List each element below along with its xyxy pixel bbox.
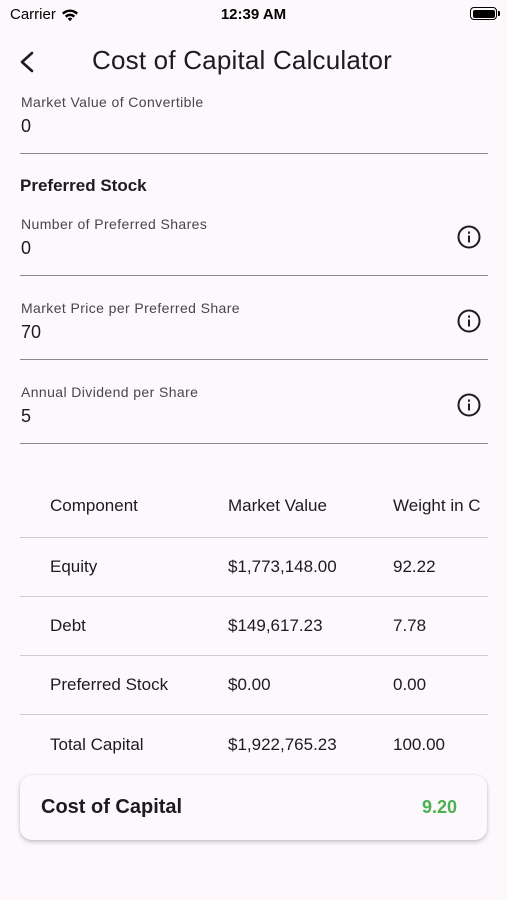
- battery-icon: [470, 7, 500, 20]
- preferred-price-input[interactable]: 70: [21, 322, 41, 343]
- column-header-market-value: Market Value: [228, 496, 327, 515]
- table-cell-component: Debt: [50, 616, 86, 635]
- table-row: Total Capital $1,922,765.23 100.00: [20, 715, 488, 774]
- info-icon[interactable]: [456, 392, 482, 418]
- column-header-component: Component: [50, 496, 138, 515]
- column-header-weight: Weight in C: [393, 496, 481, 515]
- table-header-row: Component Market Value Weight in C: [20, 475, 488, 538]
- info-icon[interactable]: [456, 224, 482, 250]
- preferred-shares-input[interactable]: 0: [21, 238, 31, 259]
- preferred-price-field[interactable]: Market Price per Preferred Share 70: [20, 296, 488, 360]
- table-row: Preferred Stock $0.00 0.00: [20, 656, 488, 715]
- back-button[interactable]: [10, 44, 46, 80]
- table-cell-weight: 100.00: [393, 734, 445, 754]
- annual-dividend-label: Annual Dividend per Share: [21, 384, 199, 400]
- status-time: 12:39 AM: [220, 6, 287, 23]
- battery-level: [472, 9, 495, 18]
- cost-of-capital-card: Cost of Capital 9.20: [20, 775, 487, 840]
- table-cell-market-value: $0.00: [228, 675, 271, 694]
- annual-dividend-field[interactable]: Annual Dividend per Share 5: [20, 380, 488, 444]
- cost-of-capital-value: 9.20: [421, 797, 457, 817]
- table-cell-component: Equity: [50, 557, 98, 576]
- preferred-shares-field[interactable]: Number of Preferred Shares 0: [20, 212, 488, 276]
- table-cell-weight: 0.00: [393, 675, 427, 694]
- table-cell-weight: 7.78: [393, 616, 427, 635]
- table-row: Debt $149,617.23 7.78: [20, 597, 488, 656]
- cost-of-capital-label: Cost of Capital: [41, 796, 183, 818]
- preferred-price-label: Market Price per Preferred Share: [21, 300, 240, 316]
- convertible-value-field[interactable]: Market Value of Convertible 0: [20, 92, 488, 154]
- table-row: Equity $1,773,148.00 92.22: [20, 538, 488, 597]
- table-cell-component: Total Capital: [50, 734, 144, 754]
- section-heading-preferred-stock: Preferred Stock: [20, 176, 147, 195]
- app-bar: Cost of Capital Calculator: [0, 36, 507, 86]
- table-cell-weight: 92.22: [393, 557, 436, 576]
- status-bar: Carrier 12:39 AM: [0, 0, 507, 28]
- annual-dividend-input[interactable]: 5: [21, 406, 31, 427]
- chevron-left-icon: [20, 51, 34, 73]
- table-cell-market-value: $1,773,148.00: [228, 557, 337, 576]
- table-cell-market-value: $149,617.23: [228, 616, 323, 635]
- convertible-value-label: Market Value of Convertible: [21, 94, 204, 110]
- info-icon[interactable]: [456, 308, 482, 334]
- preferred-shares-label: Number of Preferred Shares: [21, 216, 208, 232]
- table-cell-component: Preferred Stock: [50, 675, 169, 694]
- capital-table: Component Market Value Weight in C Equit…: [20, 475, 488, 774]
- convertible-value-input[interactable]: 0: [21, 116, 31, 137]
- table-cell-market-value: $1,922,765.23: [228, 734, 337, 754]
- page-title: Cost of Capital Calculator: [92, 45, 392, 75]
